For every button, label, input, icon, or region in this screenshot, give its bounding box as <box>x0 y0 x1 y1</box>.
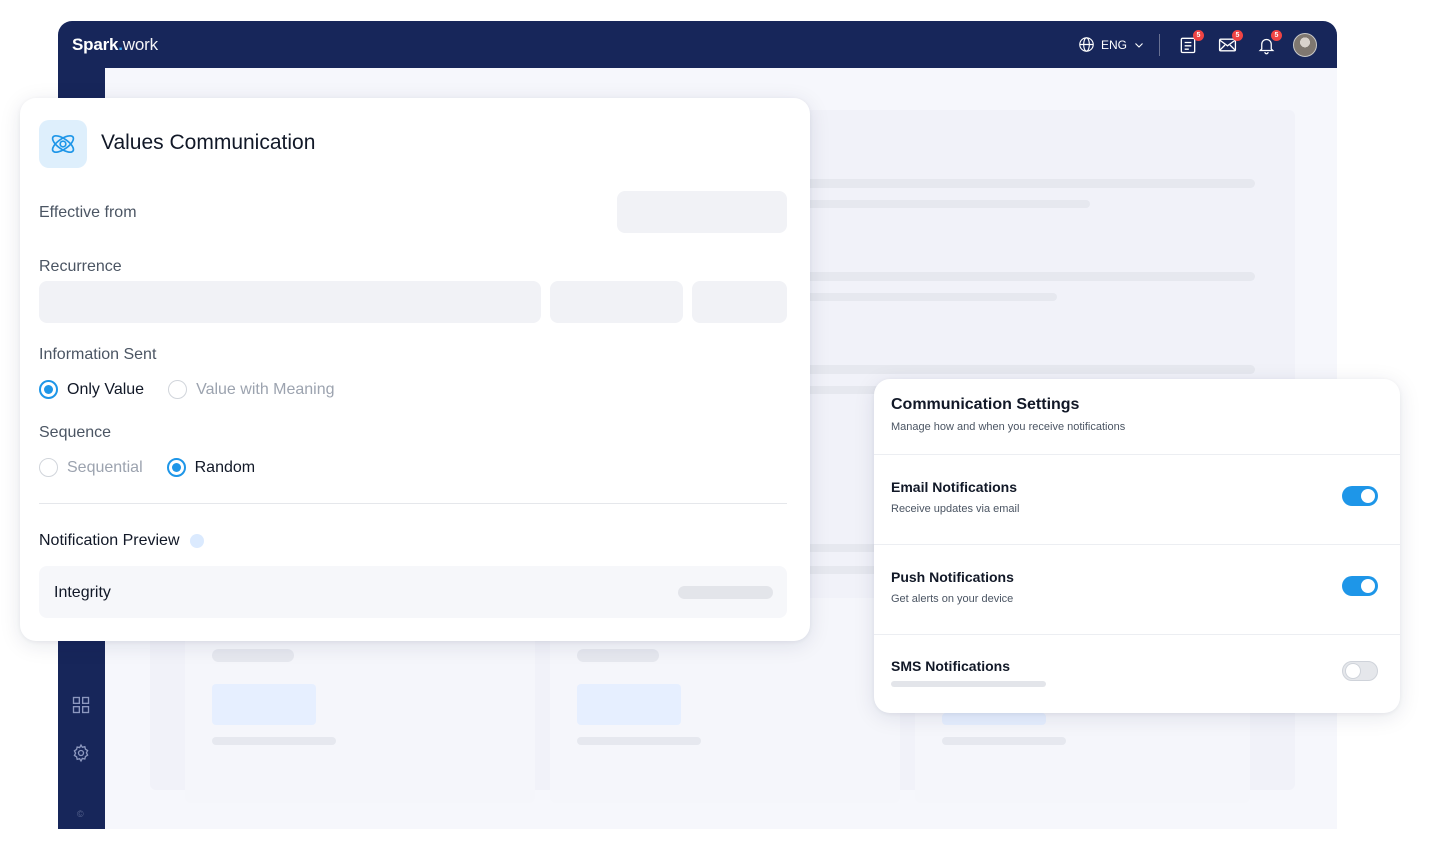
dashboard-icon[interactable] <box>71 695 91 715</box>
radio-label: Only Value <box>67 380 145 398</box>
push-notifications-toggle[interactable] <box>1342 576 1378 596</box>
radio-random[interactable]: Random <box>166 458 256 477</box>
language-selector[interactable]: ENG <box>1078 36 1145 53</box>
skeleton-line <box>755 179 1255 188</box>
row-skeleton <box>891 681 1046 687</box>
radio-value-with-meaning[interactable]: Value with Meaning <box>168 380 335 399</box>
skeleton-line <box>755 272 1255 281</box>
radio-unselected-icon <box>168 380 188 399</box>
radio-sequential[interactable]: Sequential <box>39 458 143 477</box>
card-title: Values Communication <box>101 131 316 154</box>
skeleton-line <box>755 365 1255 374</box>
row-title: SMS Notifications <box>891 658 1011 674</box>
radio-unselected-icon <box>39 458 58 477</box>
recurrence-unit-field[interactable] <box>692 281 787 323</box>
row-title: Push Notifications <box>891 569 1014 585</box>
row-title: Email Notifications <box>891 479 1018 495</box>
sequence-options: Sequential Random <box>39 458 279 477</box>
messages-badge: 5 <box>1232 29 1243 41</box>
info-icon[interactable] <box>189 534 204 548</box>
skeleton-line <box>942 737 1066 745</box>
logo[interactable]: Spark.work <box>72 35 158 55</box>
radio-label: Random <box>194 458 256 476</box>
divider <box>1159 33 1160 56</box>
sms-notifications-row: SMS Notifications <box>874 635 1400 713</box>
globe-icon <box>1079 37 1094 52</box>
settings-subtitle: Manage how and when you receive notifica… <box>891 421 1126 433</box>
effective-from-field[interactable] <box>617 191 787 233</box>
information-sent-options: Only Value Value with Meaning <box>39 380 359 399</box>
skeleton-line <box>577 737 701 745</box>
notification-preview-item: Integrity <box>39 566 787 618</box>
skeleton-button <box>942 713 1046 725</box>
radio-label: Sequential <box>67 458 143 476</box>
skeleton-line <box>212 649 294 662</box>
chevron-down-icon <box>1135 42 1143 48</box>
notifications-badge: 5 <box>1271 29 1282 41</box>
email-notifications-toggle[interactable] <box>1342 486 1378 506</box>
radio-label: Value with Meaning <box>196 380 335 398</box>
settings-header: Communication Settings Manage how and wh… <box>874 379 1400 455</box>
top-bar-actions: ENG 5 5 5 <box>1078 21 1317 68</box>
divider <box>39 503 787 504</box>
notifications-button[interactable]: 5 <box>1254 29 1282 57</box>
settings-title: Communication Settings <box>891 396 1080 413</box>
notification-preview-text: Notification Preview <box>39 532 180 549</box>
values-communication-card: Values Communication Effective from Recu… <box>20 98 810 641</box>
effective-from-label: Effective from <box>39 204 137 221</box>
logo-tld: work <box>122 35 158 54</box>
copyright-icon: © <box>77 809 84 819</box>
radio-selected-icon <box>39 380 58 399</box>
row-subtitle: Receive updates via email <box>891 503 1020 515</box>
skeleton-line <box>212 737 336 745</box>
preview-skeleton <box>678 586 773 599</box>
recurrence-field[interactable] <box>39 281 541 323</box>
messages-button[interactable]: 5 <box>1215 29 1243 57</box>
logo-brand: Spark <box>72 35 119 54</box>
communication-settings-card: Communication Settings Manage how and wh… <box>874 379 1400 713</box>
language-label: ENG <box>1100 37 1127 52</box>
radio-only-value[interactable]: Only Value <box>39 380 144 399</box>
radio-selected-icon <box>166 458 186 477</box>
skeleton-line <box>577 649 659 662</box>
recurrence-interval-field[interactable] <box>550 281 683 323</box>
avatar[interactable] <box>1293 32 1317 57</box>
sms-notifications-toggle[interactable] <box>1342 661 1378 681</box>
notification-preview-label: Notification Preview <box>39 532 204 550</box>
push-notifications-row: Push Notifications Get alerts on your de… <box>874 545 1400 635</box>
skeleton-button <box>212 684 316 725</box>
information-sent-label: Information Sent <box>39 346 157 363</box>
atom-icon <box>39 120 87 168</box>
gear-icon[interactable] <box>71 743 91 763</box>
tasks-badge: 5 <box>1193 29 1204 41</box>
sequence-label: Sequence <box>39 424 112 441</box>
email-notifications-row: Email Notifications Receive updates via … <box>874 455 1400 545</box>
row-subtitle: Get alerts on your device <box>891 593 1014 605</box>
top-bar: Spark.work ENG 5 5 5 <box>58 21 1337 68</box>
tasks-button[interactable]: 5 <box>1176 29 1204 57</box>
recurrence-label: Recurrence <box>39 258 122 275</box>
preview-value: Integrity <box>54 584 111 601</box>
skeleton-button <box>577 684 681 725</box>
